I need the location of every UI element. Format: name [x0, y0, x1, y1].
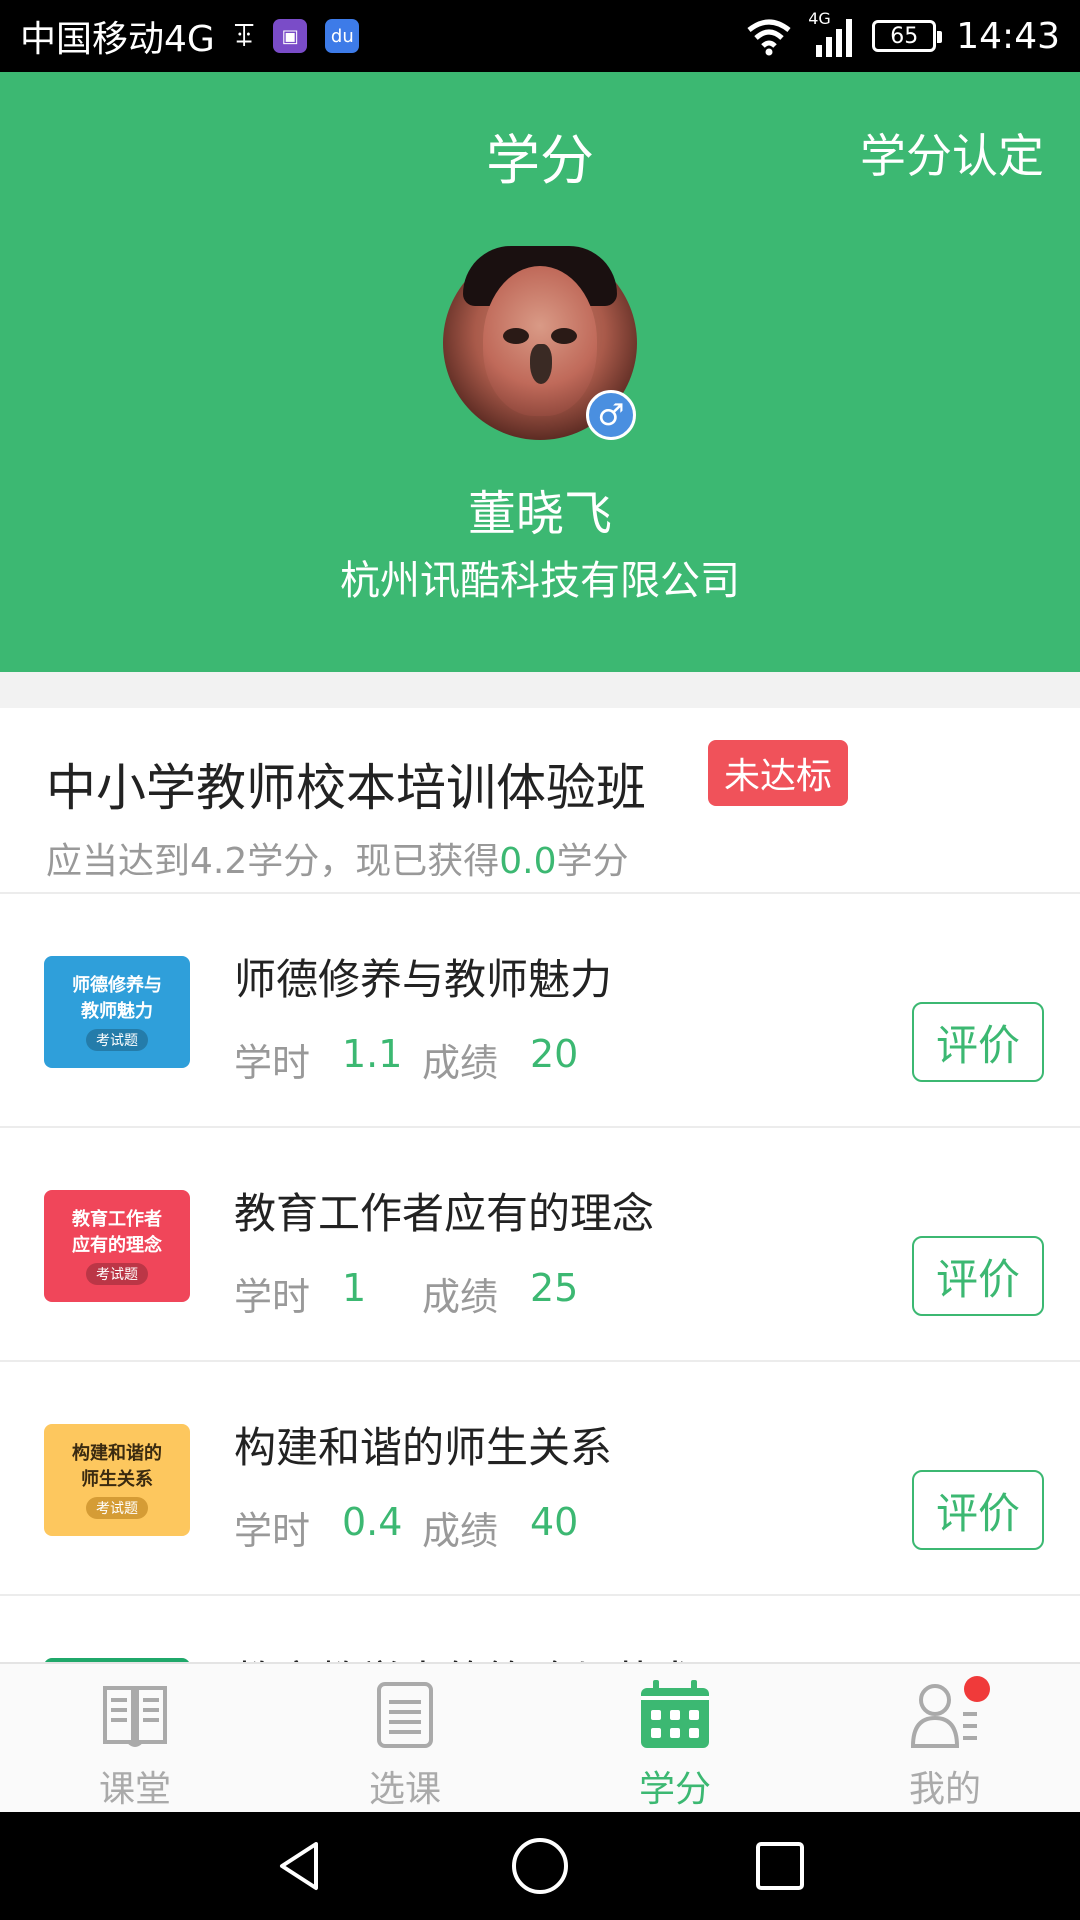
- thumbnail-line: 应有的理念: [72, 1235, 162, 1256]
- avatar[interactable]: ♂: [443, 246, 637, 440]
- hours-value: 1: [342, 1266, 367, 1310]
- rate-button[interactable]: 评价: [912, 1236, 1044, 1316]
- status-left: 中国移动4G ꔊ ▣ du: [20, 0, 360, 72]
- battery-icon: 65: [872, 20, 943, 52]
- thumbnail-line: 师德修养与: [72, 975, 162, 996]
- thumbnail-line: 教师魅力: [81, 1001, 153, 1022]
- course-list[interactable]: 师德修养与 教师魅力 考试题 师德修养与教师魅力 学时 1.1 成绩 20 评价…: [0, 894, 1080, 1662]
- profile-header: 学分 学分认定 ♂ 董晓飞 杭州讯酷科技有限公司: [0, 72, 1080, 672]
- credit-unit-text: 学分: [556, 841, 629, 882]
- rate-button[interactable]: 评价: [912, 1002, 1044, 1082]
- weibo-icon: ꔊ: [232, 18, 256, 54]
- course-item[interactable]: 师德修养与 教师魅力 考试题 师德修养与教师魅力 学时 1.1 成绩 20 评价: [0, 894, 1080, 1128]
- credit-earned-value: 0.0: [499, 841, 557, 882]
- hours-value: 0.4: [342, 1500, 403, 1544]
- rate-button[interactable]: 评价: [912, 1470, 1044, 1550]
- thumbnail-tag: 考试题: [86, 1029, 148, 1051]
- back-triangle-icon: [280, 1842, 318, 1890]
- course-title: 师德修养与教师魅力: [234, 955, 613, 1004]
- credit-certification-button[interactable]: 学分认定: [860, 120, 1044, 186]
- back-button[interactable]: [240, 1812, 360, 1920]
- carrier-text: 中国移动4G: [20, 19, 215, 60]
- credit-requirement-text: 应当达到4.2学分，现已获得: [46, 841, 500, 882]
- course-thumbnail: 师德修养与 教师魅力 考试题: [44, 956, 190, 1068]
- user-company: 杭州讯酷科技有限公司: [340, 558, 740, 604]
- user-name: 董晓飞: [467, 486, 612, 542]
- recent-apps-button[interactable]: [720, 1812, 840, 1920]
- course-item[interactable]: 构建和谐的 师生关系 考试题 构建和谐的师生关系 学时 0.4 成绩 40 评价: [0, 1362, 1080, 1596]
- document-icon: [377, 1682, 433, 1748]
- tab-course-selection[interactable]: 选课: [270, 1664, 540, 1814]
- tab-mine[interactable]: 我的: [810, 1664, 1080, 1814]
- status-bar: 中国移动4G ꔊ ▣ du 4G 65 14:43: [0, 0, 1080, 72]
- tab-credits[interactable]: 学分: [540, 1664, 810, 1814]
- class-summary: 中小学教师校本培训体验班 未达标 应当达到4.2学分，现已获得0.0学分: [0, 708, 1080, 894]
- score-label: 成绩: [422, 1041, 499, 1085]
- class-credit-progress: 应当达到4.2学分，现已获得0.0学分: [46, 832, 629, 884]
- score-label: 成绩: [422, 1275, 499, 1319]
- recent-square-icon: [756, 1842, 804, 1890]
- hours-value: 1.1: [342, 1032, 403, 1076]
- hours-label: 学时: [234, 1509, 311, 1553]
- avatar-face: [483, 266, 597, 416]
- tab-label: 我的: [908, 1769, 981, 1810]
- system-navigation-bar: [0, 1812, 1080, 1920]
- hours-label: 学时: [234, 1275, 311, 1319]
- tab-label: 选课: [368, 1769, 441, 1810]
- thumbnail-tag: 考试题: [86, 1497, 148, 1519]
- signal-icon: 4G: [808, 9, 858, 59]
- notification-dot: [964, 1676, 990, 1702]
- score-label: 成绩: [422, 1509, 499, 1553]
- home-circle-icon: [512, 1838, 568, 1894]
- thumbnail-line: 师生关系: [81, 1469, 153, 1490]
- clock: 14:43: [956, 15, 1060, 57]
- male-gender-icon: ♂: [586, 390, 636, 440]
- thumbnail-line: 教育工作者: [72, 1209, 162, 1230]
- avatar-eye-right: [551, 328, 577, 344]
- battery-level: 65: [890, 23, 919, 49]
- score-value: 25: [530, 1266, 579, 1310]
- calendar-grid-icon: [641, 1680, 709, 1748]
- course-thumbnail: 构建和谐的 师生关系 考试题: [44, 1424, 190, 1536]
- gallery-app-icon: ▣: [273, 19, 308, 53]
- course-title: 教育工作者应有的理念: [234, 1189, 655, 1238]
- tab-label: 学分: [638, 1769, 711, 1810]
- status-badge: 未达标: [708, 740, 849, 806]
- course-thumbnail: 教育工作者 应有的理念 考试题: [44, 1190, 190, 1302]
- class-title: 中小学教师校本培训体验班: [46, 759, 646, 817]
- baidu-app-icon: du: [325, 19, 360, 53]
- thumbnail-tag: 考试题: [86, 1263, 148, 1285]
- home-button[interactable]: [480, 1812, 600, 1920]
- thumbnail-line: 构建和谐的: [72, 1443, 162, 1464]
- book-icon: [103, 1686, 167, 1747]
- section-divider: [0, 672, 1080, 708]
- tab-label: 课堂: [98, 1769, 171, 1810]
- avatar-nose: [530, 344, 552, 384]
- course-item[interactable]: 教育工作者 应有的理念 考试题 教育工作者应有的理念 学时 1 成绩 25 评价: [0, 1128, 1080, 1362]
- hours-label: 学时: [234, 1041, 311, 1085]
- tab-classroom[interactable]: 课堂: [0, 1664, 270, 1814]
- wifi-icon: [747, 19, 791, 56]
- score-value: 20: [530, 1032, 579, 1076]
- bottom-tab-bar: 课堂 选课 学分 我的: [0, 1662, 1080, 1812]
- avatar-eye-left: [503, 328, 529, 344]
- score-value: 40: [530, 1500, 579, 1544]
- course-item[interactable]: 教育教学中的策略与艺术: [0, 1596, 1080, 1662]
- status-right: 4G 65 14:43: [744, 0, 1060, 72]
- course-title: 构建和谐的师生关系: [234, 1423, 613, 1472]
- course-title: 教育教学中的策略与艺术: [234, 1648, 696, 1662]
